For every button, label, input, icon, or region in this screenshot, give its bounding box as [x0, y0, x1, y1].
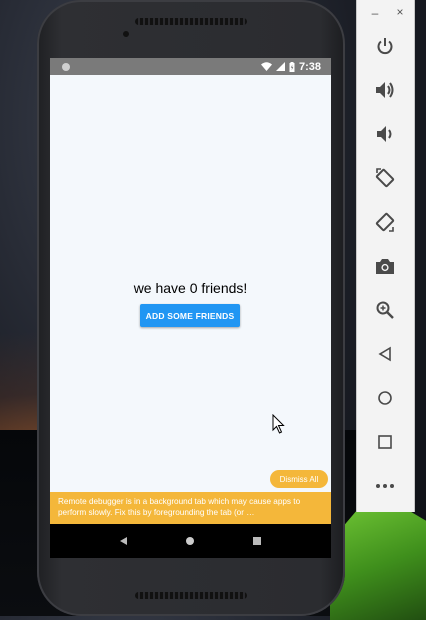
- zoom-button[interactable]: [367, 292, 403, 328]
- overview-button[interactable]: [367, 424, 403, 460]
- bottom-speaker-grille: [135, 592, 247, 599]
- volume-down-icon: [377, 126, 392, 142]
- home-button[interactable]: [367, 380, 403, 416]
- battery-icon: [289, 61, 295, 72]
- mouse-cursor-icon: [272, 414, 285, 434]
- remote-debugger-warning[interactable]: Remote debugger is in a background tab w…: [50, 492, 331, 524]
- minimize-button[interactable]: –: [368, 6, 382, 20]
- power-icon: [377, 38, 393, 55]
- more-button[interactable]: [367, 468, 403, 504]
- emulator-toolbar: – ×: [356, 0, 415, 512]
- signal-icon: [275, 62, 285, 71]
- volume-up-icon: [376, 82, 394, 98]
- screenshot-button[interactable]: [367, 248, 403, 284]
- status-time: 7:38: [298, 60, 321, 73]
- home-icon: [378, 391, 392, 405]
- nav-home-icon[interactable]: [185, 537, 194, 545]
- volume-up-button[interactable]: [367, 72, 403, 108]
- friends-count-text: we have 0 friends!: [133, 280, 248, 296]
- top-speaker-grille: [135, 18, 247, 25]
- notification-icon: [62, 62, 70, 71]
- power-button[interactable]: [367, 28, 403, 64]
- volume-down-button[interactable]: [367, 116, 403, 152]
- overview-icon: [378, 435, 392, 449]
- wifi-icon: [260, 62, 272, 71]
- zoom-icon: [376, 301, 394, 319]
- nav-recents-icon[interactable]: [253, 537, 262, 545]
- back-button[interactable]: [367, 336, 403, 372]
- toolbar-window-controls: – ×: [357, 0, 414, 26]
- camera-icon: [376, 259, 394, 274]
- nav-back-icon[interactable]: [119, 537, 127, 545]
- android-nav-bar: [50, 524, 331, 558]
- device-screen: 7:38 we have 0 friends! ADD SOME FRIENDS…: [50, 58, 331, 558]
- status-icons: 7:38: [260, 60, 321, 73]
- app-content: we have 0 friends! ADD SOME FRIENDS: [50, 75, 331, 494]
- dismiss-all-button[interactable]: Dismiss All: [270, 470, 328, 488]
- rotate-left-button[interactable]: [367, 160, 403, 196]
- rotate-right-button[interactable]: [367, 204, 403, 240]
- add-friends-button[interactable]: ADD SOME FRIENDS: [140, 304, 240, 327]
- close-button[interactable]: ×: [393, 5, 407, 19]
- rotate-left-icon: [375, 168, 395, 188]
- back-icon: [378, 346, 391, 362]
- rotate-right-icon: [375, 212, 395, 232]
- front-camera: [123, 31, 129, 37]
- status-bar: 7:38: [50, 58, 331, 75]
- more-icon: [376, 484, 394, 488]
